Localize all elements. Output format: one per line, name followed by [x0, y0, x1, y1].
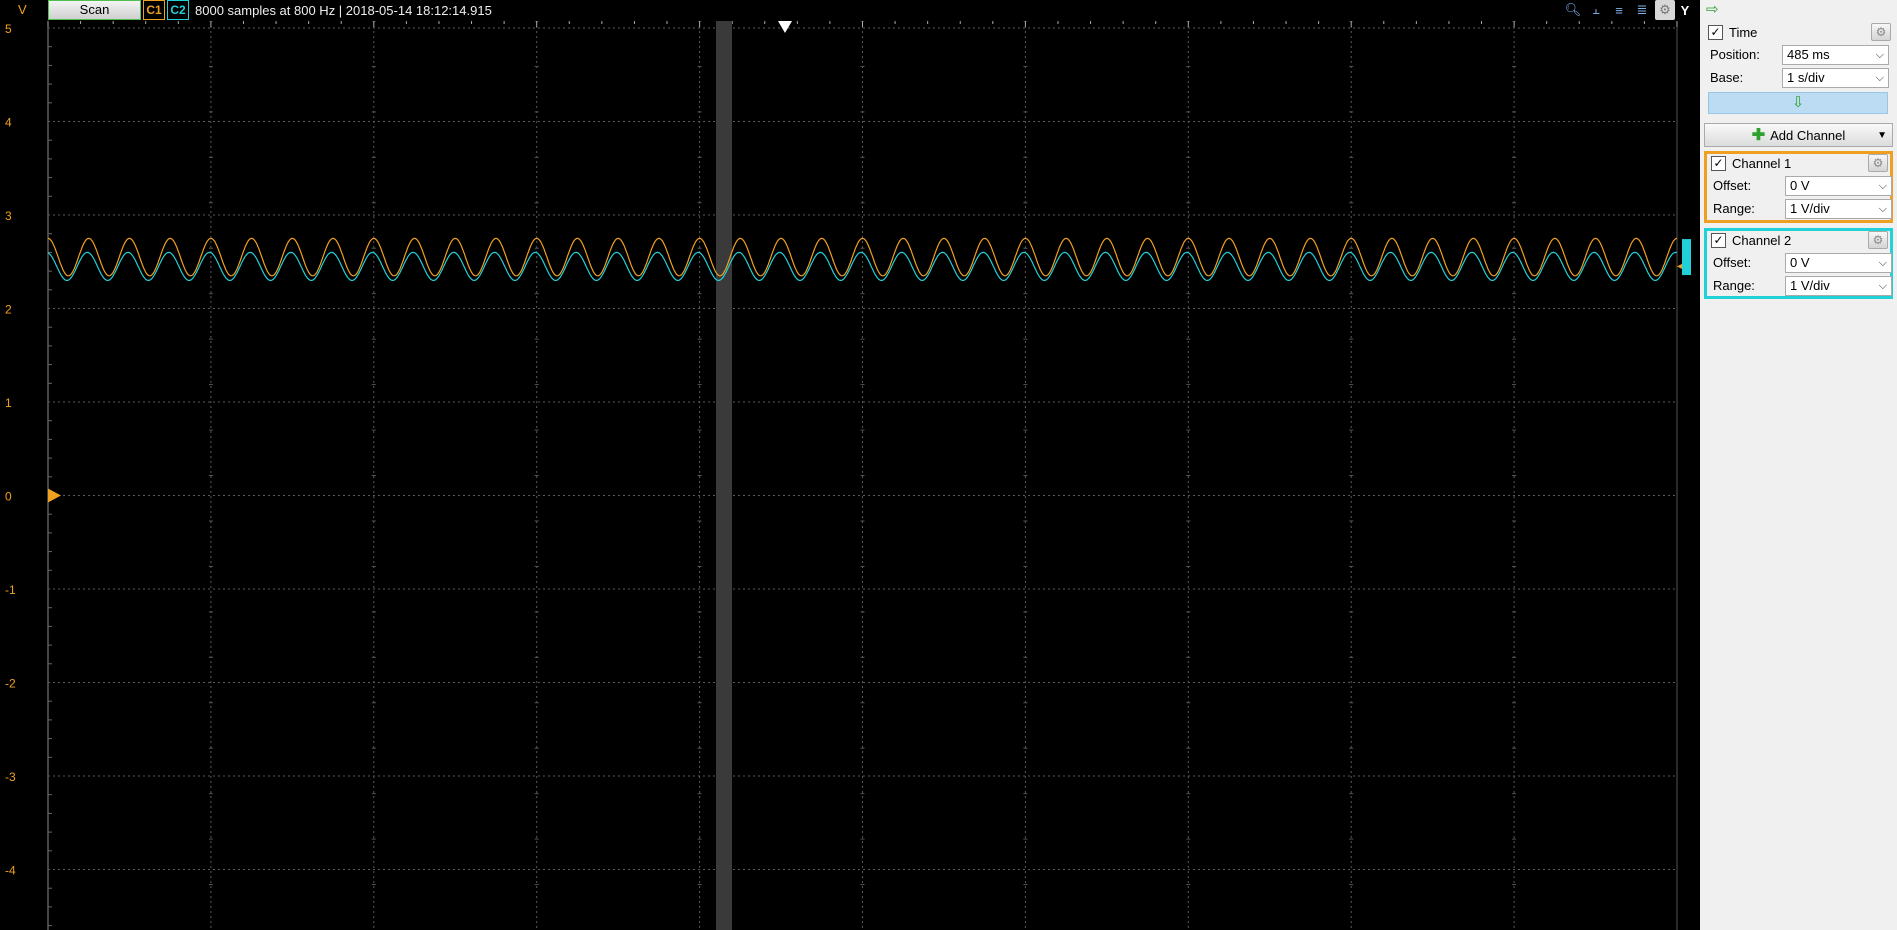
chevron-down-icon: ⌵	[1878, 180, 1887, 192]
green-right-arrow-icon[interactable]: ⇨	[1706, 0, 1719, 18]
scope-display[interactable]: V Scan C1 C2 8000 samples at 800 Hz | 20…	[0, 0, 1700, 930]
y-axis-button[interactable]: Y	[1678, 0, 1692, 20]
channel1-header: ✓ Channel 1	[1711, 154, 1791, 172]
cursor-align-icon[interactable]: ≡	[1609, 0, 1629, 20]
time-header: ✓ Time	[1708, 23, 1757, 41]
channel1-section: ✓ Channel 1 ⚙ Offset: 0 V ⌵ Range: 1 V/d…	[1704, 151, 1893, 223]
channel2-checkbox[interactable]: ✓	[1711, 232, 1726, 248]
position-value: 485 ms	[1787, 47, 1830, 62]
cursor-multi-icon[interactable]: ≣	[1632, 0, 1652, 20]
channel2-section: ✓ Channel 2 ⚙ Offset: 0 V ⌵ Range: 1 V/d…	[1704, 228, 1893, 299]
base-label: Base:	[1710, 70, 1744, 85]
channel1-settings-gear-icon[interactable]: ⚙	[1868, 154, 1888, 172]
plus-icon: ✚	[1751, 127, 1766, 144]
y-tick-label: -1	[5, 583, 16, 597]
channel2-range-select[interactable]: 1 V/div ⌵	[1785, 276, 1892, 296]
y-tick-label: -2	[5, 677, 16, 691]
channel2-offset-value: 0 V	[1790, 255, 1810, 270]
channel2-level-marker-icon	[1682, 239, 1691, 276]
y-unit-label: V	[18, 2, 27, 17]
channel2-range-value: 1 V/div	[1790, 278, 1830, 293]
time-section: ✓ Time ⚙ Position: 485 ms ⌵ Base: 1 s/di…	[1704, 20, 1893, 118]
channel2-range-label: Range:	[1713, 278, 1755, 293]
y-tick-label: 0	[5, 490, 12, 504]
waveform-plot[interactable]: 5 4 3 2 1 0 -1 -2 -3 -4	[0, 21, 1700, 930]
trigger-position-bar	[716, 21, 732, 930]
y-tick-label: -4	[5, 864, 16, 878]
channel2-title: Channel 2	[1732, 232, 1792, 248]
time-title: Time	[1729, 24, 1758, 40]
time-settings-gear-icon[interactable]: ⚙	[1871, 23, 1891, 41]
y-tick-label: 2	[5, 303, 12, 317]
channel2-offset-label: Offset:	[1713, 255, 1752, 270]
y-tick-label: 4	[5, 116, 12, 130]
channel1-offset-select[interactable]: 0 V ⌵	[1785, 176, 1892, 196]
channel1-title: Channel 1	[1732, 155, 1792, 171]
chevron-down-icon: ⌵	[1875, 49, 1884, 61]
base-select[interactable]: 1 s/div ⌵	[1782, 68, 1889, 88]
gear-icon[interactable]: ⚙	[1655, 0, 1675, 20]
channel1-range-label: Range:	[1713, 201, 1755, 216]
base-value: 1 s/div	[1787, 70, 1825, 85]
channel2-tag[interactable]: C2	[167, 0, 189, 20]
channel1-range-value: 1 V/div	[1790, 201, 1830, 216]
chevron-down-icon: ⌵	[1878, 203, 1887, 215]
scope-toolbar: V Scan C1 C2 8000 samples at 800 Hz | 20…	[0, 0, 1700, 21]
acquisition-status: 8000 samples at 800 Hz | 2018-05-14 18:1…	[195, 3, 492, 18]
y-tick-label: -3	[5, 770, 16, 784]
chevron-down-icon: ⌵	[1878, 280, 1887, 292]
channel2-offset-select[interactable]: 0 V ⌵	[1785, 253, 1892, 273]
cursor-x-icon[interactable]: ⫠	[1586, 0, 1606, 20]
channel1-offset-marker-icon	[48, 488, 61, 503]
channel2-header: ✓ Channel 2	[1711, 231, 1791, 249]
chevron-down-icon: ⌵	[1878, 257, 1887, 269]
position-select[interactable]: 485 ms ⌵	[1782, 45, 1889, 65]
dropdown-arrow-icon[interactable]: ▼	[1877, 130, 1887, 141]
channel2-settings-gear-icon[interactable]: ⚙	[1868, 231, 1888, 249]
y-tick-label: 3	[5, 209, 12, 223]
time-apply-down-arrow-icon[interactable]: ⇩	[1708, 92, 1888, 114]
position-label: Position:	[1710, 47, 1760, 62]
control-panel: ⇨ ✓ Time ⚙ Position: 485 ms ⌵ Base: 1 s/…	[1700, 0, 1897, 930]
time-checkbox[interactable]: ✓	[1708, 24, 1723, 40]
toolbar-icons: 🔍︎ ⫠ ≡ ≣ ⚙ Y	[1563, 0, 1692, 20]
trigger-marker-icon	[778, 21, 792, 33]
y-tick-label: 1	[5, 396, 12, 410]
channel1-offset-value: 0 V	[1790, 178, 1810, 193]
add-channel-label: Add Channel	[1770, 127, 1846, 143]
channel1-offset-label: Offset:	[1713, 178, 1752, 193]
channel1-tag[interactable]: C1	[143, 0, 165, 20]
chevron-down-icon: ⌵	[1875, 72, 1884, 84]
scan-button[interactable]: Scan	[48, 0, 141, 20]
channel1-checkbox[interactable]: ✓	[1711, 155, 1726, 171]
channel1-range-select[interactable]: 1 V/div ⌵	[1785, 199, 1892, 219]
add-channel-button[interactable]: ✚ Add Channel ▼	[1704, 123, 1893, 147]
y-tick-label: 5	[5, 22, 12, 36]
zoom-icon[interactable]: 🔍︎	[1563, 0, 1583, 20]
